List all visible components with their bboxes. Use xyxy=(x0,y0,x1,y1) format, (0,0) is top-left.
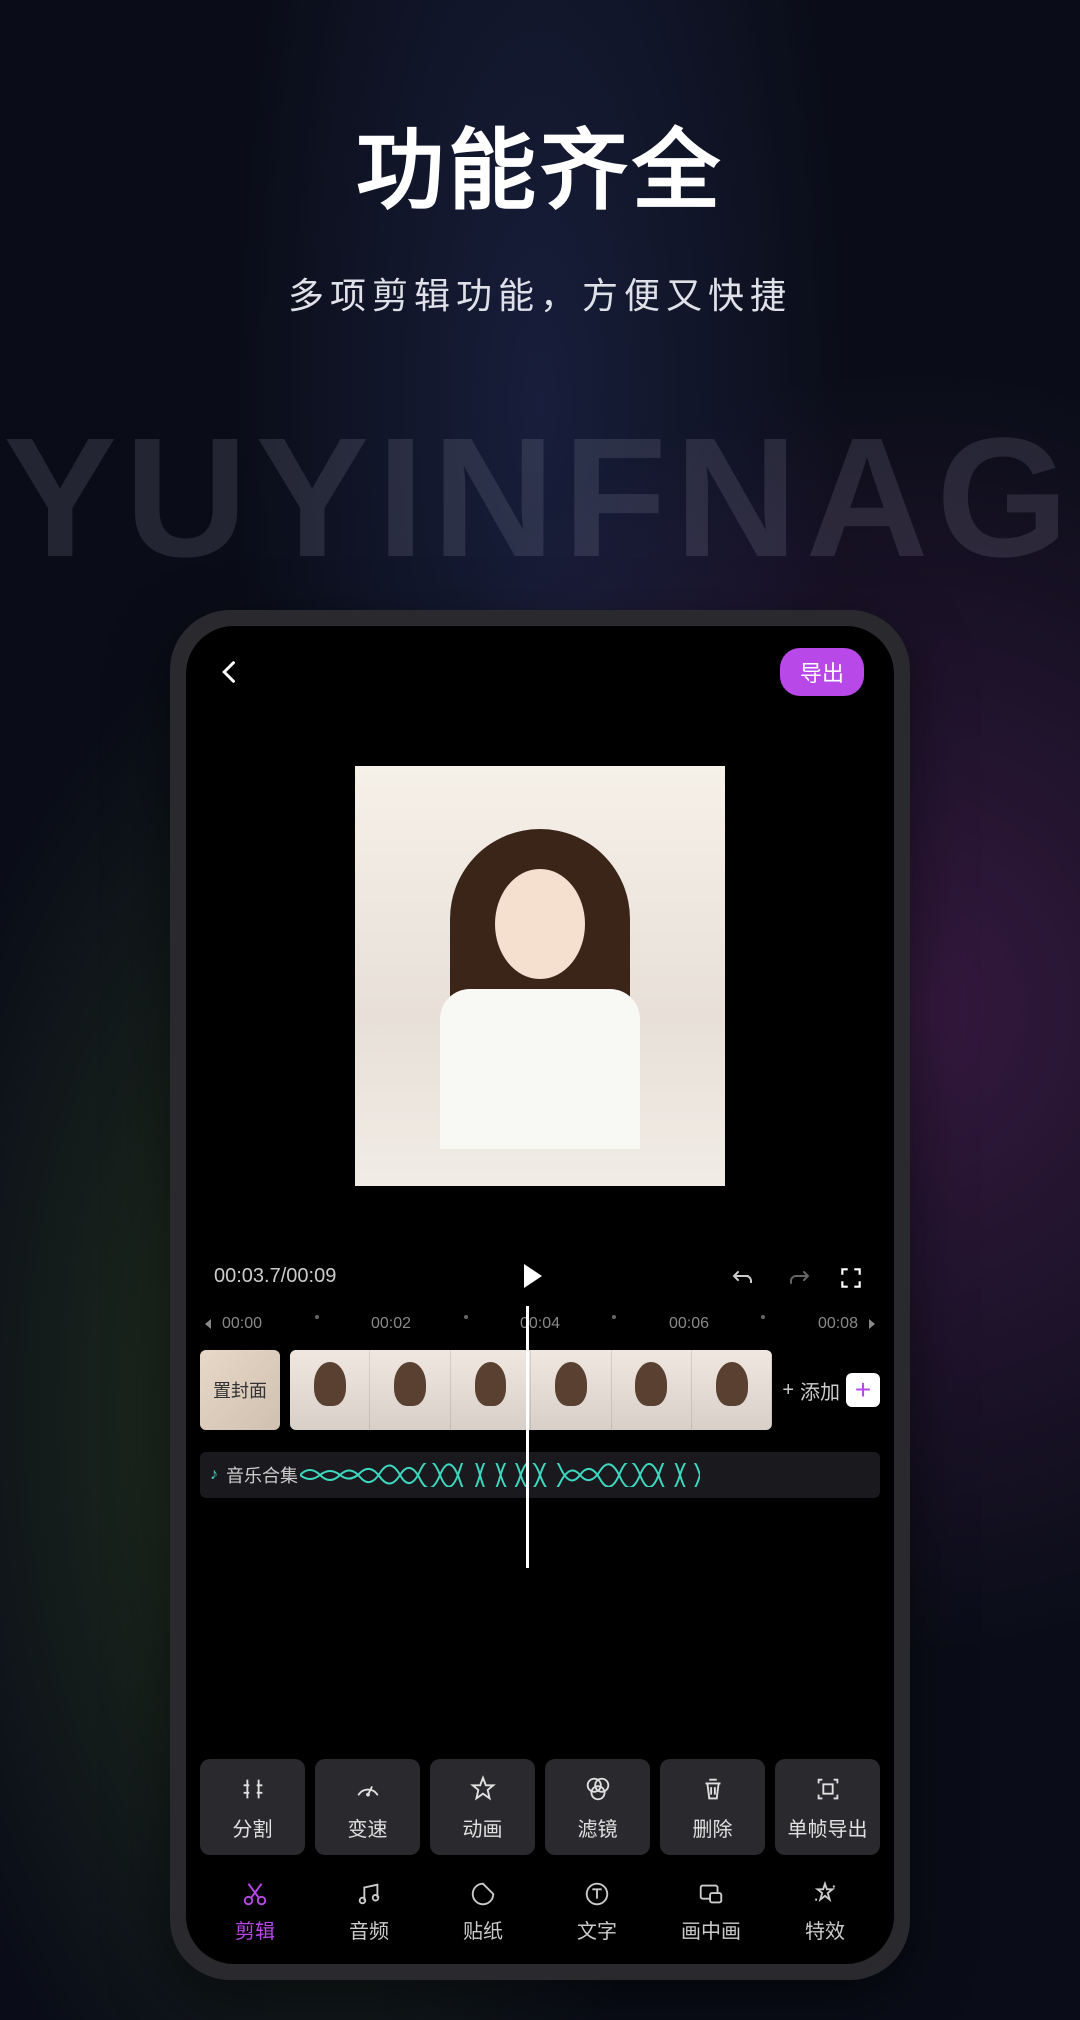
action-label: 动画 xyxy=(463,1813,503,1842)
clip-frame[interactable] xyxy=(290,1350,370,1430)
action-toolbar: 分割 变速 动画 滤镜 删除 单帧导出 xyxy=(186,1745,894,1869)
nav-fx-button[interactable]: 特效 xyxy=(770,1879,880,1944)
redo-button[interactable] xyxy=(784,1265,812,1287)
nav-label: 音频 xyxy=(349,1915,389,1944)
nav-audio-button[interactable]: 音频 xyxy=(314,1879,424,1944)
audio-waveform xyxy=(300,1463,700,1487)
ruler-dot xyxy=(761,1315,765,1319)
music-note-icon: ♪ xyxy=(210,1466,218,1484)
ruler-tick: 00:00 xyxy=(222,1315,262,1333)
fullscreen-button[interactable] xyxy=(838,1265,866,1287)
clips-strip[interactable]: 7.0s xyxy=(290,1350,772,1430)
play-button[interactable] xyxy=(524,1264,542,1288)
filter-button[interactable]: 滤镜 xyxy=(545,1759,650,1855)
speed-button[interactable]: 变速 xyxy=(315,1759,420,1855)
hero-subtitle: 多项剪辑功能，方便又快捷 xyxy=(0,267,1080,319)
editor-header: 导出 xyxy=(186,626,894,706)
split-button[interactable]: 分割 xyxy=(200,1759,305,1855)
nav-edit-button[interactable]: 剪辑 xyxy=(200,1879,310,1944)
plus-icon[interactable]: + xyxy=(846,1373,880,1407)
timeline-ruler[interactable]: 00:00 00:02 00:04 00:06 00:08 xyxy=(186,1306,894,1342)
bottom-nav: 剪辑 音频 贴纸 文字 画中画 特效 xyxy=(186,1869,894,1964)
animation-button[interactable]: 动画 xyxy=(430,1759,535,1855)
fx-icon xyxy=(810,1879,840,1909)
audio-track[interactable]: ♪ 音乐合集 xyxy=(200,1452,880,1498)
undo-button[interactable] xyxy=(730,1265,758,1287)
time-display: 00:03.7/00:09 xyxy=(214,1265,336,1288)
filter-icon xyxy=(582,1773,614,1805)
nav-label: 画中画 xyxy=(681,1915,741,1944)
add-clip-button[interactable]: +添加 + xyxy=(782,1373,880,1407)
nav-sticker-button[interactable]: 贴纸 xyxy=(428,1879,538,1944)
nav-label: 特效 xyxy=(805,1915,845,1944)
delete-button[interactable]: 删除 xyxy=(660,1759,765,1855)
clip-frame[interactable] xyxy=(451,1350,531,1430)
ruler-dot xyxy=(612,1315,616,1319)
clip-frame[interactable] xyxy=(531,1350,611,1430)
ruler-dot xyxy=(464,1315,468,1319)
nav-label: 贴纸 xyxy=(463,1915,503,1944)
frame-export-icon xyxy=(812,1773,844,1805)
back-button[interactable] xyxy=(216,656,248,688)
video-frame-image xyxy=(355,766,725,1186)
clip-frame[interactable] xyxy=(692,1350,772,1430)
action-label: 滤镜 xyxy=(578,1813,618,1842)
action-label: 单帧导出 xyxy=(788,1813,868,1842)
clip-frame[interactable] xyxy=(370,1350,450,1430)
playback-bar: 00:03.7/00:09 xyxy=(186,1246,894,1306)
video-clip-track[interactable]: 置封面 7.0s +添加 + xyxy=(186,1342,894,1438)
cover-thumbnail-button[interactable]: 置封面 xyxy=(200,1350,280,1430)
ruler-dot xyxy=(315,1315,319,1319)
action-label: 删除 xyxy=(693,1813,733,1842)
phone-screen: 导出 00:03.7/00:09 xyxy=(186,626,894,1964)
nav-label: 剪辑 xyxy=(235,1915,275,1944)
star-icon xyxy=(467,1773,499,1805)
timeline-start-icon[interactable] xyxy=(200,1317,214,1331)
text-icon xyxy=(582,1879,612,1909)
action-label: 变速 xyxy=(348,1813,388,1842)
speed-icon xyxy=(352,1773,384,1805)
pip-icon xyxy=(696,1879,726,1909)
nav-label: 文字 xyxy=(577,1915,617,1944)
action-label: 分割 xyxy=(233,1813,273,1842)
timeline-end-icon[interactable] xyxy=(866,1317,880,1331)
video-preview-area[interactable] xyxy=(186,706,894,1246)
phone-mockup-frame: 导出 00:03.7/00:09 xyxy=(170,610,910,1980)
export-button[interactable]: 导出 xyxy=(780,648,864,696)
nav-text-button[interactable]: 文字 xyxy=(542,1879,652,1944)
nav-pip-button[interactable]: 画中画 xyxy=(656,1879,766,1944)
audio-track-label: 音乐合集 xyxy=(226,1462,298,1488)
playhead[interactable] xyxy=(526,1306,529,1568)
split-icon xyxy=(237,1773,269,1805)
frame-export-button[interactable]: 单帧导出 xyxy=(775,1759,880,1855)
hero-title: 功能齐全 xyxy=(0,100,1080,227)
ruler-tick: 00:08 xyxy=(818,1315,858,1333)
scissors-icon xyxy=(240,1879,270,1909)
music-icon xyxy=(354,1879,384,1909)
ruler-tick: 00:02 xyxy=(371,1315,411,1333)
ruler-tick: 00:06 xyxy=(669,1315,709,1333)
ruler-labels: 00:00 00:02 00:04 00:06 00:08 xyxy=(214,1315,866,1333)
background-watermark-text: YUYINFNAG xyxy=(0,400,1080,596)
trash-icon xyxy=(697,1773,729,1805)
clip-frame[interactable] xyxy=(612,1350,692,1430)
sticker-icon xyxy=(468,1879,498,1909)
